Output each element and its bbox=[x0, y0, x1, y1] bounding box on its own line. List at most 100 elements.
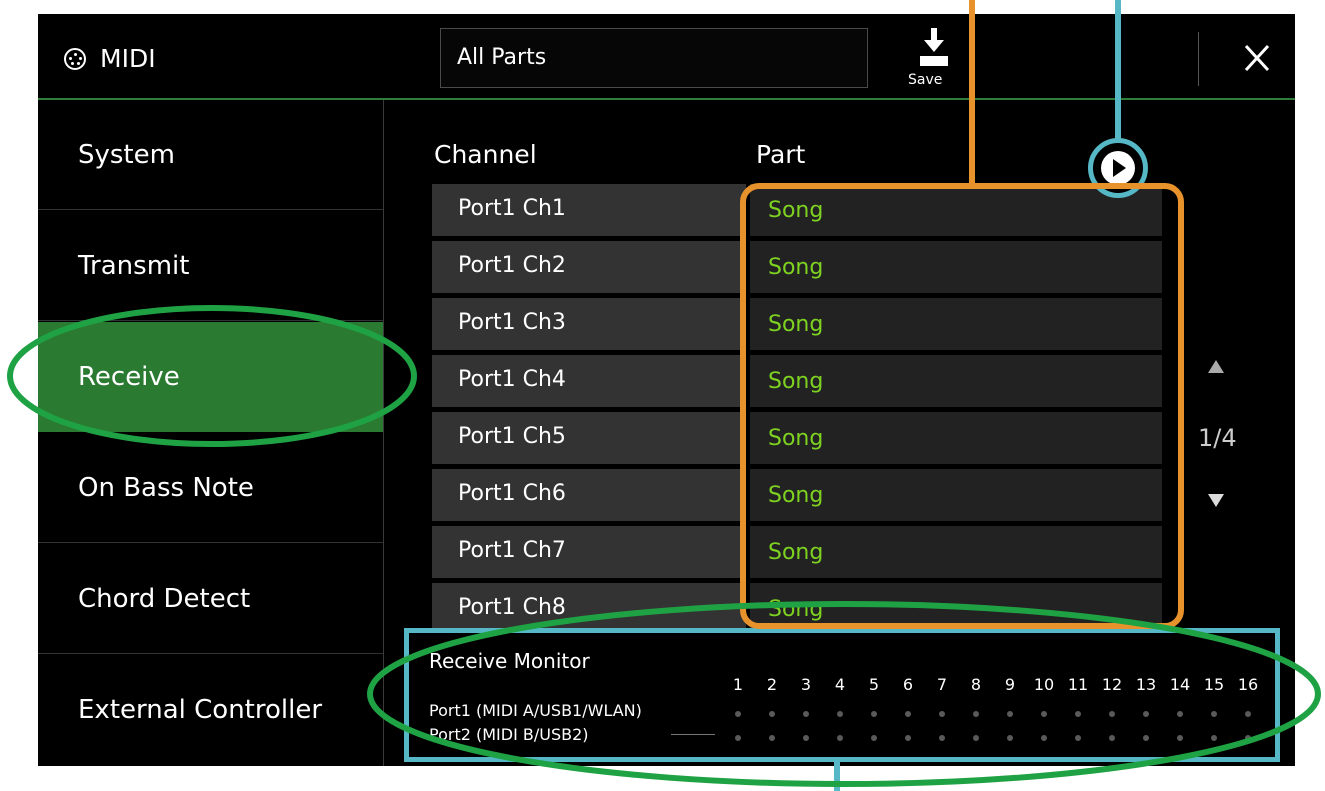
midi-port-icon bbox=[64, 48, 86, 70]
part-select[interactable]: All Parts bbox=[440, 28, 868, 88]
save-label: Save bbox=[908, 72, 943, 88]
channel-label: Port1 Ch2 bbox=[458, 253, 566, 278]
close-button[interactable] bbox=[1234, 32, 1282, 84]
sidebar-item-label: Chord Detect bbox=[78, 584, 251, 614]
monitor-indicator-dot bbox=[735, 735, 741, 741]
monitor-channel-number: 11 bbox=[1067, 675, 1089, 694]
monitor-indicator-dot bbox=[1211, 711, 1217, 717]
monitor-channel-number: 9 bbox=[1004, 675, 1016, 694]
sidebar-item-label: System bbox=[78, 140, 175, 170]
channel-label: Port1 Ch1 bbox=[458, 196, 566, 221]
port2-leader-line bbox=[671, 734, 715, 735]
sidebar-item-system[interactable]: System bbox=[38, 100, 383, 210]
table-row: Port1 Ch1 Song bbox=[432, 184, 1162, 238]
table-row: Port1 Ch6 Song bbox=[432, 469, 1162, 523]
monitor-channel-number: 5 bbox=[868, 675, 880, 694]
monitor-indicator-dot bbox=[1075, 735, 1081, 741]
monitor-indicator-dot bbox=[939, 735, 945, 741]
monitor-channel-number: 8 bbox=[970, 675, 982, 694]
midi-screen: MIDI All Parts Save System Transmit Rece… bbox=[38, 14, 1295, 766]
part-value: Song bbox=[768, 312, 824, 337]
part-value: Song bbox=[768, 198, 824, 223]
column-header-part: Part bbox=[756, 140, 806, 169]
part-detail-button[interactable] bbox=[1088, 138, 1148, 198]
monitor-indicator-dot bbox=[1177, 735, 1183, 741]
sidebar-item-label: Transmit bbox=[78, 251, 190, 281]
monitor-indicator-dot bbox=[837, 735, 843, 741]
monitor-indicator-dot bbox=[871, 711, 877, 717]
monitor-indicator-dot bbox=[1245, 711, 1251, 717]
monitor-channel-number: 3 bbox=[800, 675, 812, 694]
monitor-indicator-dot bbox=[735, 711, 741, 717]
part-cell[interactable]: Song bbox=[750, 298, 1162, 352]
monitor-indicator-dot bbox=[803, 711, 809, 717]
part-cell[interactable]: Song bbox=[750, 241, 1162, 295]
part-cell[interactable]: Song bbox=[750, 355, 1162, 409]
sidebar-item-on-bass-note[interactable]: On Bass Note bbox=[38, 433, 383, 543]
table-row: Port1 Ch4 Song bbox=[432, 355, 1162, 409]
monitor-channel-number: 6 bbox=[902, 675, 914, 694]
scroll-up-arrow-icon[interactable] bbox=[1208, 360, 1224, 373]
monitor-channel-number: 16 bbox=[1237, 675, 1259, 694]
monitor-channel-number: 4 bbox=[834, 675, 846, 694]
save-button[interactable]: Save bbox=[902, 24, 962, 94]
channel-cell: Port1 Ch7 bbox=[432, 526, 746, 580]
part-value: Song bbox=[768, 483, 824, 508]
monitor-indicator-dot bbox=[1109, 735, 1115, 741]
sidebar-item-label: External Controller bbox=[78, 695, 323, 725]
part-value: Song bbox=[768, 540, 824, 565]
monitor-channel-number: 12 bbox=[1101, 675, 1123, 694]
part-value: Song bbox=[768, 597, 824, 622]
sidebar-item-transmit[interactable]: Transmit bbox=[38, 211, 383, 321]
header: MIDI All Parts Save bbox=[38, 14, 1295, 98]
page-indicator: 1/4 bbox=[1198, 424, 1237, 452]
monitor-channel-number: 2 bbox=[766, 675, 778, 694]
header-divider bbox=[1198, 32, 1199, 86]
channel-label: Port1 Ch5 bbox=[458, 424, 566, 449]
monitor-indicator-dot bbox=[939, 711, 945, 717]
part-cell[interactable]: Song bbox=[750, 412, 1162, 466]
scroll-down-arrow-icon[interactable] bbox=[1208, 494, 1224, 507]
monitor-indicator-dot bbox=[1041, 711, 1047, 717]
monitor-indicator-dot bbox=[1245, 735, 1251, 741]
channel-label: Port1 Ch6 bbox=[458, 481, 566, 506]
part-cell[interactable]: Song bbox=[750, 526, 1162, 580]
play-icon bbox=[1101, 151, 1135, 185]
monitor-indicator-dot bbox=[1109, 711, 1115, 717]
monitor-indicator-dot bbox=[1143, 735, 1149, 741]
table-row: Port1 Ch3 Song bbox=[432, 298, 1162, 352]
sidebar-item-external-controller[interactable]: External Controller bbox=[38, 655, 383, 765]
channel-label: Port1 Ch3 bbox=[458, 310, 566, 335]
page-title: MIDI bbox=[100, 44, 156, 73]
monitor-indicator-dot bbox=[803, 735, 809, 741]
table-row: Port1 Ch5 Song bbox=[432, 412, 1162, 466]
channel-label: Port1 Ch4 bbox=[458, 367, 566, 392]
part-cell[interactable]: Song bbox=[750, 469, 1162, 523]
monitor-indicator-dot bbox=[905, 735, 911, 741]
channel-cell: Port1 Ch5 bbox=[432, 412, 746, 466]
close-icon bbox=[1244, 44, 1270, 72]
monitor-indicator-dot bbox=[769, 735, 775, 741]
sidebar-item-chord-detect[interactable]: Chord Detect bbox=[38, 544, 383, 654]
channel-cell: Port1 Ch6 bbox=[432, 469, 746, 523]
table-row: Port1 Ch7 Song bbox=[432, 526, 1162, 580]
receive-monitor-title: Receive Monitor bbox=[429, 649, 590, 673]
sidebar-item-label: On Bass Note bbox=[78, 473, 254, 503]
part-value: Song bbox=[768, 426, 824, 451]
save-icon bbox=[920, 28, 948, 66]
monitor-channel-number: 7 bbox=[936, 675, 948, 694]
monitor-indicator-dot bbox=[973, 711, 979, 717]
monitor-port2-label: Port2 (MIDI B/USB2) bbox=[429, 725, 589, 744]
channel-label: Port1 Ch7 bbox=[458, 538, 566, 563]
sidebar-item-label: Receive bbox=[78, 362, 180, 392]
monitor-indicator-dot bbox=[1041, 735, 1047, 741]
channel-cell: Port1 Ch1 bbox=[432, 184, 746, 238]
sidebar-item-receive[interactable]: Receive bbox=[38, 322, 383, 432]
monitor-indicator-dot bbox=[1007, 735, 1013, 741]
channel-label: Port1 Ch8 bbox=[458, 595, 566, 620]
receive-monitor: Receive Monitor 1 2 3 4 5 6 7 8 9 10 11 … bbox=[404, 628, 1280, 762]
monitor-indicator-dot bbox=[769, 711, 775, 717]
monitor-channel-number: 15 bbox=[1203, 675, 1225, 694]
channel-cell: Port1 Ch2 bbox=[432, 241, 746, 295]
monitor-channel-number: 1 bbox=[732, 675, 744, 694]
